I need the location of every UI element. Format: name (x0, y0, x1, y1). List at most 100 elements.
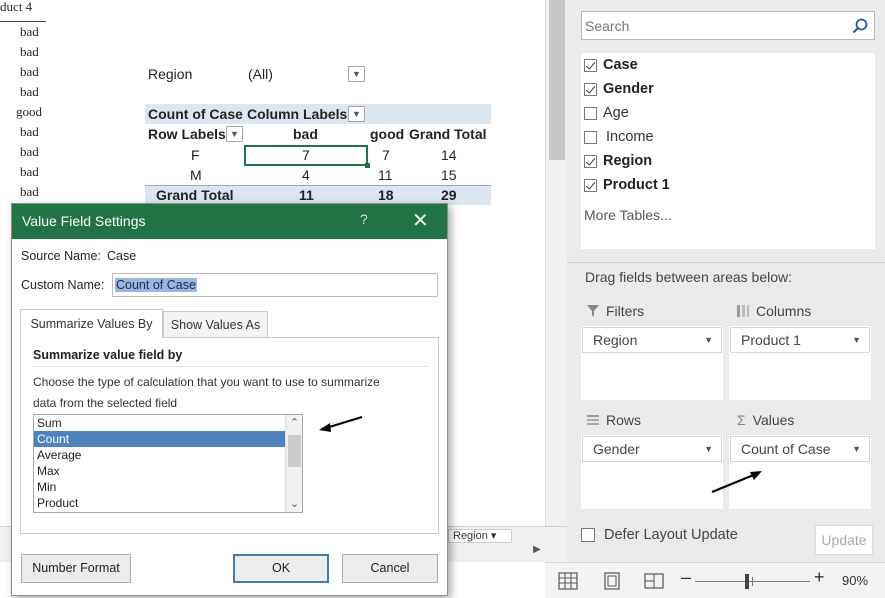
field-checkbox[interactable] (584, 130, 597, 144)
pivot-grand-total[interactable]: 11 (299, 187, 314, 203)
field-checkbox[interactable] (584, 178, 597, 192)
tab-show-values-as[interactable]: Show Values As (163, 311, 268, 338)
zoom-slider-thumb[interactable] (745, 574, 749, 589)
cell[interactable]: bad (0, 122, 46, 142)
calc-option-average[interactable]: Average (34, 447, 285, 463)
pivot-column-labels[interactable]: Column Labels (247, 106, 347, 122)
rows-icon (587, 415, 599, 425)
area-item-label: Gender (593, 441, 640, 457)
pivot-grand-total[interactable]: 18 (378, 187, 394, 203)
pivot-grand-total-label[interactable]: Grand Total (156, 187, 234, 203)
pivot-filter-value[interactable]: (All) (248, 66, 273, 82)
field-list: Case Gender Age Income Region Product 1 … (581, 53, 875, 249)
field-gender[interactable]: Gender (584, 79, 654, 99)
pivot-corner[interactable]: Count of Case (148, 106, 243, 122)
chevron-down-icon[interactable]: ▼ (852, 328, 861, 352)
rows-label: Rows (606, 412, 642, 428)
pivot-value[interactable]: 4 (302, 167, 310, 183)
calc-option-count[interactable]: Count (34, 431, 285, 447)
listbox-scroll-thumb[interactable] (288, 435, 301, 467)
rows-area[interactable]: Gender ▼ (581, 435, 723, 509)
field-label: Case (603, 57, 638, 73)
pivot-value[interactable]: 11 (378, 167, 393, 183)
zoom-level[interactable]: 90% (842, 573, 868, 588)
search-icon[interactable] (852, 18, 868, 34)
field-region[interactable]: Region (584, 151, 652, 171)
calc-option-sum[interactable]: Sum (34, 415, 285, 431)
chevron-down-icon[interactable]: ▼ (704, 437, 713, 461)
normal-view-icon[interactable] (557, 571, 579, 591)
cell[interactable]: bad (0, 142, 46, 162)
field-product-1[interactable]: Product 1 (584, 175, 670, 195)
cell[interactable]: bad (0, 82, 46, 102)
field-checkbox[interactable] (584, 154, 597, 168)
chevron-down-icon[interactable]: ⌄ (286, 496, 302, 512)
cell[interactable]: bad (0, 182, 46, 202)
listbox-scrollbar[interactable]: ⌃ ⌄ (285, 415, 302, 512)
cell-a1[interactable]: duct 4 (0, 0, 46, 22)
pivot-col-header[interactable]: good (370, 126, 404, 142)
cell[interactable]: bad (0, 22, 46, 42)
zoom-out-button[interactable]: – (681, 567, 691, 588)
pivot-value[interactable]: 7 (382, 147, 390, 163)
chevron-down-icon[interactable]: ▼ (852, 437, 861, 461)
field-income[interactable]: Income (584, 127, 654, 147)
pivot-value[interactable]: 14 (441, 147, 457, 163)
column-labels-dropdown-icon[interactable]: ▼ (348, 106, 365, 122)
cancel-button[interactable]: Cancel (342, 554, 438, 583)
value-item-count-of-case[interactable]: Count of Case ▼ (730, 436, 870, 462)
pivot-col-header[interactable]: Grand Total (409, 126, 487, 142)
dialog-titlebar[interactable]: Value Field Settings ? ✕ (12, 204, 447, 239)
columns-area-title: Columns (737, 303, 811, 319)
pivot-grand-total[interactable]: 29 (441, 187, 457, 203)
calc-option-min[interactable]: Min (34, 479, 285, 495)
scroll-right-icon[interactable]: ▶ (528, 541, 546, 559)
pivot-filter-dropdown-icon[interactable]: ▼ (348, 66, 365, 82)
tab-summarize-values-by[interactable]: Summarize Values By (20, 309, 163, 338)
filters-area[interactable]: Region ▼ (581, 326, 723, 400)
cell[interactable]: bad (0, 162, 46, 182)
pane-splitter[interactable] (567, 262, 885, 263)
search-input[interactable] (582, 12, 842, 39)
page-break-view-icon[interactable] (643, 571, 665, 591)
help-icon[interactable]: ? (360, 211, 368, 227)
field-case[interactable]: Case (584, 55, 638, 75)
field-age[interactable]: Age (584, 103, 629, 123)
pivot-row-label[interactable]: F (191, 147, 200, 163)
pivot-row-label[interactable]: M (190, 167, 202, 183)
pivot-row-labels[interactable]: Row Labels (148, 126, 226, 142)
column-item-product-1[interactable]: Product 1 ▼ (730, 327, 870, 353)
sheet-tab-region[interactable]: Region ▾ (448, 529, 512, 543)
pivot-col-header[interactable]: bad (293, 126, 318, 142)
value-field-settings-dialog: Value Field Settings ? ✕ Source Name: Ca… (11, 203, 448, 596)
scrollbar-thumb[interactable] (549, 0, 565, 160)
filter-item-region[interactable]: Region ▼ (582, 327, 722, 353)
page-layout-view-icon[interactable] (601, 571, 623, 591)
chevron-up-icon[interactable]: ⌃ (286, 415, 302, 431)
calc-option-product[interactable]: Product (34, 495, 285, 511)
calc-option-max[interactable]: Max (34, 463, 285, 479)
zoom-in-button[interactable]: + (814, 567, 825, 588)
field-checkbox[interactable] (584, 82, 597, 96)
pivot-filter-label[interactable]: Region (148, 66, 192, 82)
field-checkbox[interactable] (584, 106, 597, 120)
calculation-listbox[interactable]: Sum Count Average Max Min Product ⌃ ⌄ (33, 414, 303, 513)
chevron-down-icon[interactable]: ▼ (704, 328, 713, 352)
custom-name-input[interactable]: Count of Case (112, 273, 438, 297)
row-item-gender[interactable]: Gender ▼ (582, 436, 722, 462)
more-tables-link[interactable]: More Tables... (584, 207, 672, 223)
cell[interactable]: good (0, 102, 46, 122)
update-button[interactable]: Update (815, 525, 873, 555)
sheet-vertical-scrollbar[interactable]: ▼ (545, 0, 567, 540)
defer-layout-update[interactable]: Defer Layout Update (581, 527, 738, 543)
field-checkbox[interactable] (584, 58, 597, 72)
pivot-value[interactable]: 15 (441, 167, 457, 183)
close-icon[interactable]: ✕ (412, 208, 429, 233)
columns-area[interactable]: Product 1 ▼ (729, 326, 871, 400)
row-labels-dropdown-icon[interactable]: ▼ (226, 126, 243, 142)
cell[interactable]: bad (0, 42, 46, 62)
defer-checkbox[interactable] (581, 528, 595, 542)
number-format-button[interactable]: Number Format (21, 554, 131, 583)
cell[interactable]: bad (0, 62, 46, 82)
ok-button[interactable]: OK (233, 554, 329, 583)
